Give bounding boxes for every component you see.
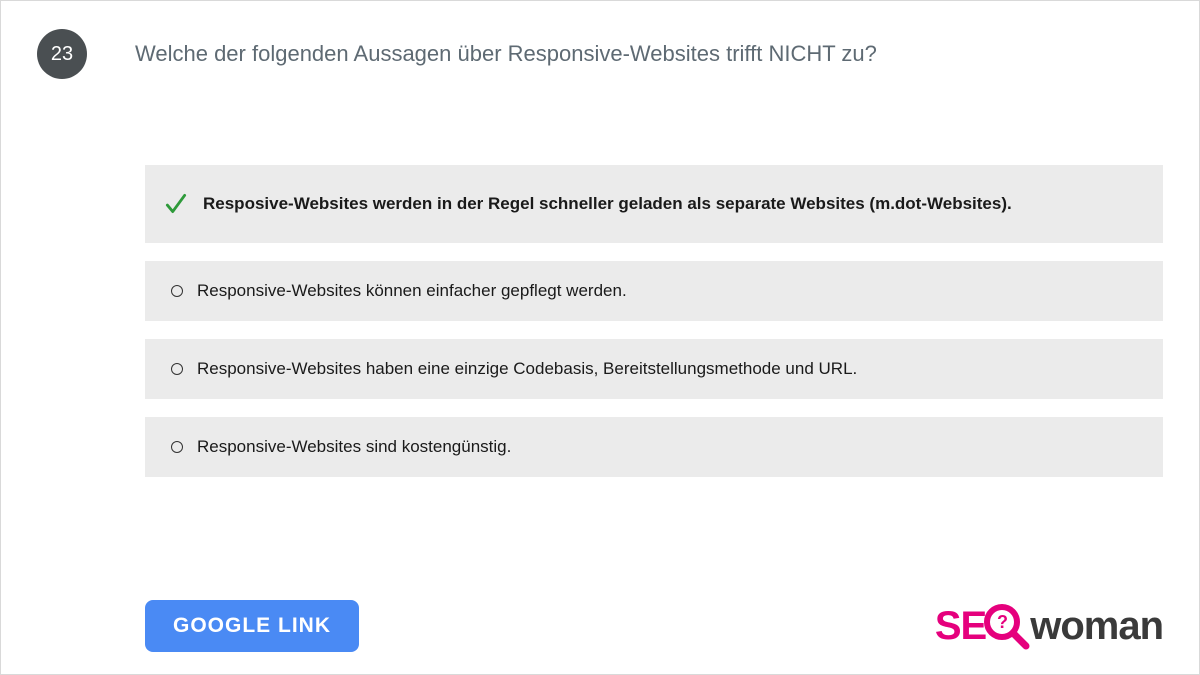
answer-list: Resposive-Websites werden in der Regel s…: [145, 165, 1163, 477]
answer-option[interactable]: Responsive-Websites können einfacher gep…: [145, 261, 1163, 321]
radio-icon: [171, 363, 183, 375]
logo-text-se: SE: [935, 604, 986, 649]
answer-option[interactable]: Responsive-Websites sind kostengünstig.: [145, 417, 1163, 477]
svg-text:?: ?: [997, 612, 1007, 632]
checkmark-icon: [163, 191, 189, 217]
answer-option[interactable]: Responsive-Websites haben eine einzige C…: [145, 339, 1163, 399]
answer-text: Responsive-Websites sind kostengünstig.: [197, 437, 511, 457]
quiz-card: 23 Welche der folgenden Aussagen über Re…: [0, 0, 1200, 675]
footer: GOOGLE LINK SE ? woman: [145, 600, 1163, 652]
answer-text: Responsive-Websites haben eine einzige C…: [197, 359, 857, 379]
radio-icon: [171, 441, 183, 453]
question-number: 23: [51, 43, 73, 66]
magnifier-icon: ?: [982, 602, 1030, 650]
logo-text-woman: woman: [1030, 604, 1163, 649]
answer-text: Resposive-Websites werden in der Regel s…: [203, 194, 1012, 214]
answer-text: Responsive-Websites können einfacher gep…: [197, 281, 627, 301]
question-text: Welche der folgenden Aussagen über Respo…: [135, 29, 877, 69]
google-link-button[interactable]: GOOGLE LINK: [145, 600, 359, 652]
question-number-badge: 23: [37, 29, 87, 79]
answer-option[interactable]: Resposive-Websites werden in der Regel s…: [145, 165, 1163, 243]
question-header: 23 Welche der folgenden Aussagen über Re…: [37, 29, 1163, 79]
seowoman-logo: SE ? woman: [935, 602, 1163, 650]
radio-icon: [171, 285, 183, 297]
